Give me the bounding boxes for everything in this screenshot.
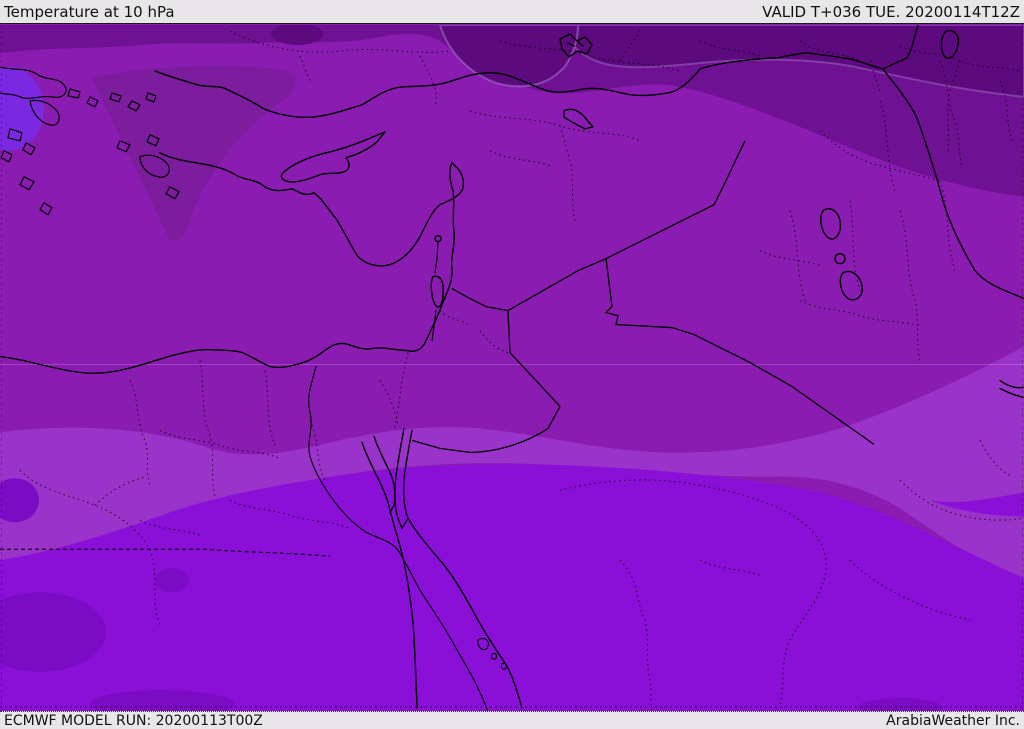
map-title: Temperature at 10 hPa (4, 2, 175, 21)
map-canvas (0, 25, 1024, 711)
temperature-bands (0, 25, 1024, 711)
model-run-label: ECMWF MODEL RUN: 20200113T00Z (4, 712, 263, 729)
weather-map-app: Temperature at 10 hPa VALID T+036 TUE. 2… (0, 0, 1024, 729)
header-bar: Temperature at 10 hPa VALID T+036 TUE. 2… (0, 0, 1024, 24)
brand-label: ArabiaWeather Inc. (886, 712, 1020, 729)
footer-bar: ECMWF MODEL RUN: 20200113T00Z ArabiaWeat… (0, 711, 1024, 729)
temperature-map-svg (0, 25, 1024, 711)
valid-time-label: VALID T+036 TUE. 20200114T12Z (762, 2, 1020, 21)
